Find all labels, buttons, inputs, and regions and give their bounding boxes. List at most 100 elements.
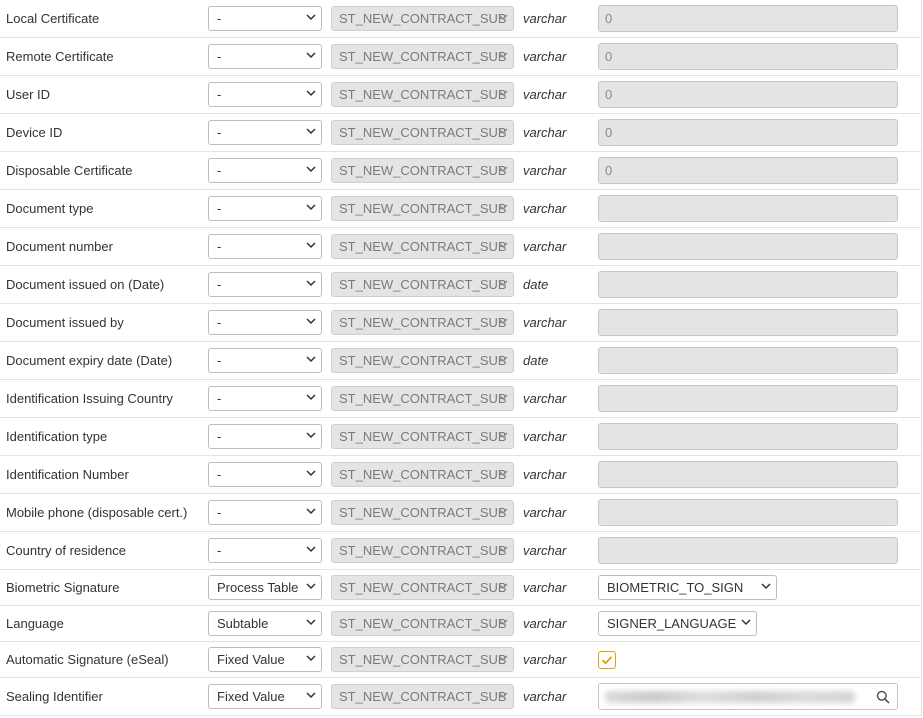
field-label: Language: [6, 616, 64, 631]
data-type: date: [523, 353, 549, 368]
mapping-select[interactable]: -: [208, 423, 322, 449]
mapping-select[interactable]: Subtable: [208, 610, 322, 636]
source-table-value: ST_NEW_CONTRACT_SUB: [339, 428, 507, 444]
field-label: Document issued on (Date): [6, 277, 165, 292]
chevron-down-icon: [498, 128, 508, 135]
table-row: Identification type - ST_NEW_CONTRACT_SU…: [0, 418, 921, 456]
source-table-select: ST_NEW_CONTRACT_SUB: [331, 157, 514, 183]
field-label: Local Certificate: [6, 11, 100, 26]
value-column-select-value: SIGNER_LANGUAGE: [607, 615, 737, 631]
source-table-value: ST_NEW_CONTRACT_SUB: [339, 48, 507, 64]
source-table-value: ST_NEW_CONTRACT_SUB: [339, 651, 507, 667]
source-table-select: ST_NEW_CONTRACT_SUB: [331, 195, 514, 221]
mapping-select[interactable]: Process Table: [208, 574, 322, 600]
chevron-down-icon: [306, 90, 316, 97]
table-row: Document number - ST_NEW_CONTRACT_SUB va…: [0, 228, 921, 266]
search-icon[interactable]: [876, 690, 890, 704]
mapping-select[interactable]: -: [208, 5, 322, 31]
chevron-down-icon: [306, 204, 316, 211]
field-label: Remote Certificate: [6, 49, 114, 64]
value-field: 0: [598, 80, 898, 108]
mapping-select-value: -: [217, 238, 222, 254]
mapping-select-value: -: [217, 314, 222, 330]
mapping-select-value: -: [217, 86, 222, 102]
chevron-down-icon: [306, 394, 316, 401]
table-row: Automatic Signature (eSeal) Fixed Value …: [0, 642, 921, 678]
source-table-value: ST_NEW_CONTRACT_SUB: [339, 10, 507, 26]
mapping-select[interactable]: -: [208, 347, 322, 373]
table-row: Document issued by - ST_NEW_CONTRACT_SUB…: [0, 304, 921, 342]
mapping-select[interactable]: -: [208, 119, 322, 145]
mapping-select-value: -: [217, 48, 222, 64]
mapping-select-value: -: [217, 124, 222, 140]
chevron-down-icon: [498, 14, 508, 21]
data-type: varchar: [523, 391, 567, 406]
table-row: Local Certificate - ST_NEW_CONTRACT_SUB …: [0, 0, 921, 38]
field-label: Sealing Identifier: [6, 689, 103, 704]
chevron-down-icon: [498, 655, 508, 662]
value-field: [598, 232, 898, 260]
source-table-value: ST_NEW_CONTRACT_SUB: [339, 542, 507, 558]
field-label: Identification Issuing Country: [6, 391, 173, 406]
chevron-down-icon: [306, 318, 316, 325]
value-field: [598, 498, 898, 526]
field-label: Document number: [6, 239, 113, 254]
table-row: Language Subtable ST_NEW_CONTRACT_SUB va…: [0, 606, 921, 642]
mapping-select[interactable]: -: [208, 157, 322, 183]
esign-checkbox[interactable]: [598, 650, 616, 669]
value-field: [598, 384, 898, 412]
source-table-value: ST_NEW_CONTRACT_SUB: [339, 314, 507, 330]
field-label: Identification type: [6, 429, 108, 444]
value-column-select[interactable]: BIOMETRIC_TO_SIGN: [598, 574, 777, 600]
source-table-select: ST_NEW_CONTRACT_SUB: [331, 423, 514, 449]
source-table-select: ST_NEW_CONTRACT_SUB: [331, 461, 514, 487]
value-field: 0: [598, 4, 898, 32]
source-table-value: ST_NEW_CONTRACT_SUB: [339, 688, 507, 704]
sealing-identifier-lookup[interactable]: [598, 682, 898, 710]
mapping-select[interactable]: -: [208, 81, 322, 107]
source-table-value: ST_NEW_CONTRACT_SUB: [339, 200, 507, 216]
chevron-down-icon: [498, 432, 508, 439]
chevron-down-icon: [498, 90, 508, 97]
mapping-select[interactable]: -: [208, 43, 322, 69]
source-table-value: ST_NEW_CONTRACT_SUB: [339, 352, 507, 368]
mapping-select-value: -: [217, 542, 222, 558]
source-table-value: ST_NEW_CONTRACT_SUB: [339, 238, 507, 254]
source-table-select: ST_NEW_CONTRACT_SUB: [331, 683, 514, 709]
chevron-down-icon: [306, 470, 316, 477]
source-table-select: ST_NEW_CONTRACT_SUB: [331, 5, 514, 31]
value-field: [598, 194, 898, 222]
mapping-select[interactable]: Fixed Value: [208, 683, 322, 709]
mapping-select[interactable]: Fixed Value: [208, 646, 322, 672]
mapping-select[interactable]: -: [208, 499, 322, 525]
chevron-down-icon: [306, 166, 316, 173]
value-field: 0: [598, 42, 898, 70]
data-type: varchar: [523, 125, 567, 140]
chevron-down-icon: [498, 394, 508, 401]
mapping-select-value: Fixed Value: [217, 651, 285, 667]
value-field: [598, 422, 898, 450]
table-row: User ID - ST_NEW_CONTRACT_SUB varchar 0: [0, 76, 921, 114]
mapping-select-value: -: [217, 200, 222, 216]
mapping-select-value: -: [217, 10, 222, 26]
source-table-select: ST_NEW_CONTRACT_SUB: [331, 537, 514, 563]
mapping-select[interactable]: -: [208, 271, 322, 297]
table-row: Mobile phone (disposable cert.) - ST_NEW…: [0, 494, 921, 532]
table-row: Identification Issuing Country - ST_NEW_…: [0, 380, 921, 418]
mapping-select[interactable]: -: [208, 309, 322, 335]
chevron-down-icon: [306, 432, 316, 439]
mapping-select[interactable]: -: [208, 461, 322, 487]
mapping-select[interactable]: -: [208, 385, 322, 411]
mapping-select[interactable]: -: [208, 537, 322, 563]
chevron-down-icon: [306, 583, 316, 590]
value-column-select[interactable]: SIGNER_LANGUAGE: [598, 610, 757, 636]
chevron-down-icon: [498, 508, 508, 515]
mapping-select[interactable]: -: [208, 233, 322, 259]
mapping-select[interactable]: -: [208, 195, 322, 221]
table-row: Document expiry date (Date) - ST_NEW_CON…: [0, 342, 921, 380]
redacted-value: [605, 690, 855, 703]
chevron-down-icon: [306, 280, 316, 287]
table-row: Sealing Identifier Fixed Value ST_NEW_CO…: [0, 678, 921, 716]
source-table-value: ST_NEW_CONTRACT_SUB: [339, 86, 507, 102]
field-label: Biometric Signature: [6, 580, 120, 595]
